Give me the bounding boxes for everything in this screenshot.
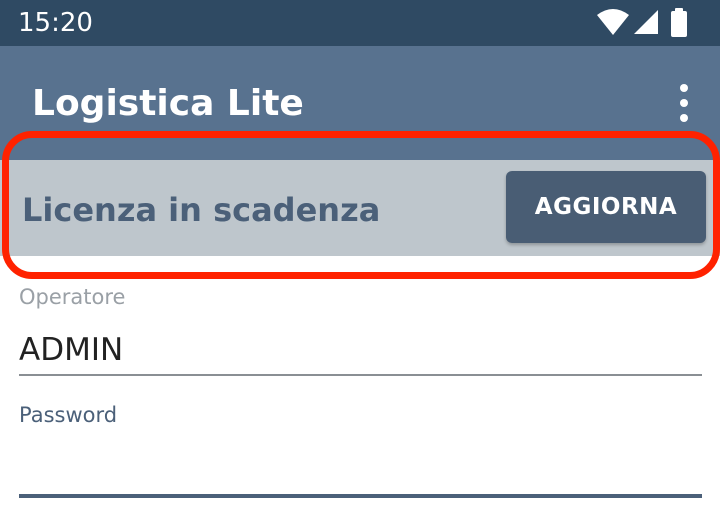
license-expiring-banner: Licenza in scadenza AGGIORNA	[0, 160, 720, 256]
cellular-signal-icon	[634, 10, 658, 34]
app-title: Logistica Lite	[32, 83, 304, 124]
operator-field[interactable]	[19, 326, 702, 376]
battery-icon	[671, 8, 687, 37]
password-field[interactable]	[19, 448, 702, 498]
status-icons	[596, 8, 706, 38]
app-bar: Logistica Lite	[0, 46, 720, 160]
password-label: Password	[19, 403, 118, 427]
wifi-icon	[597, 9, 629, 35]
update-license-button[interactable]: AGGIORNA	[506, 171, 706, 243]
login-screen: 15:20 Logistica Lite Licenza in scadenza…	[0, 0, 720, 519]
status-time: 15:20	[18, 8, 93, 38]
operator-label: Operatore	[19, 285, 126, 309]
overflow-menu-icon[interactable]	[676, 84, 692, 124]
license-expiring-message: Licenza in scadenza	[22, 191, 381, 229]
status-bar: 15:20	[0, 0, 720, 46]
